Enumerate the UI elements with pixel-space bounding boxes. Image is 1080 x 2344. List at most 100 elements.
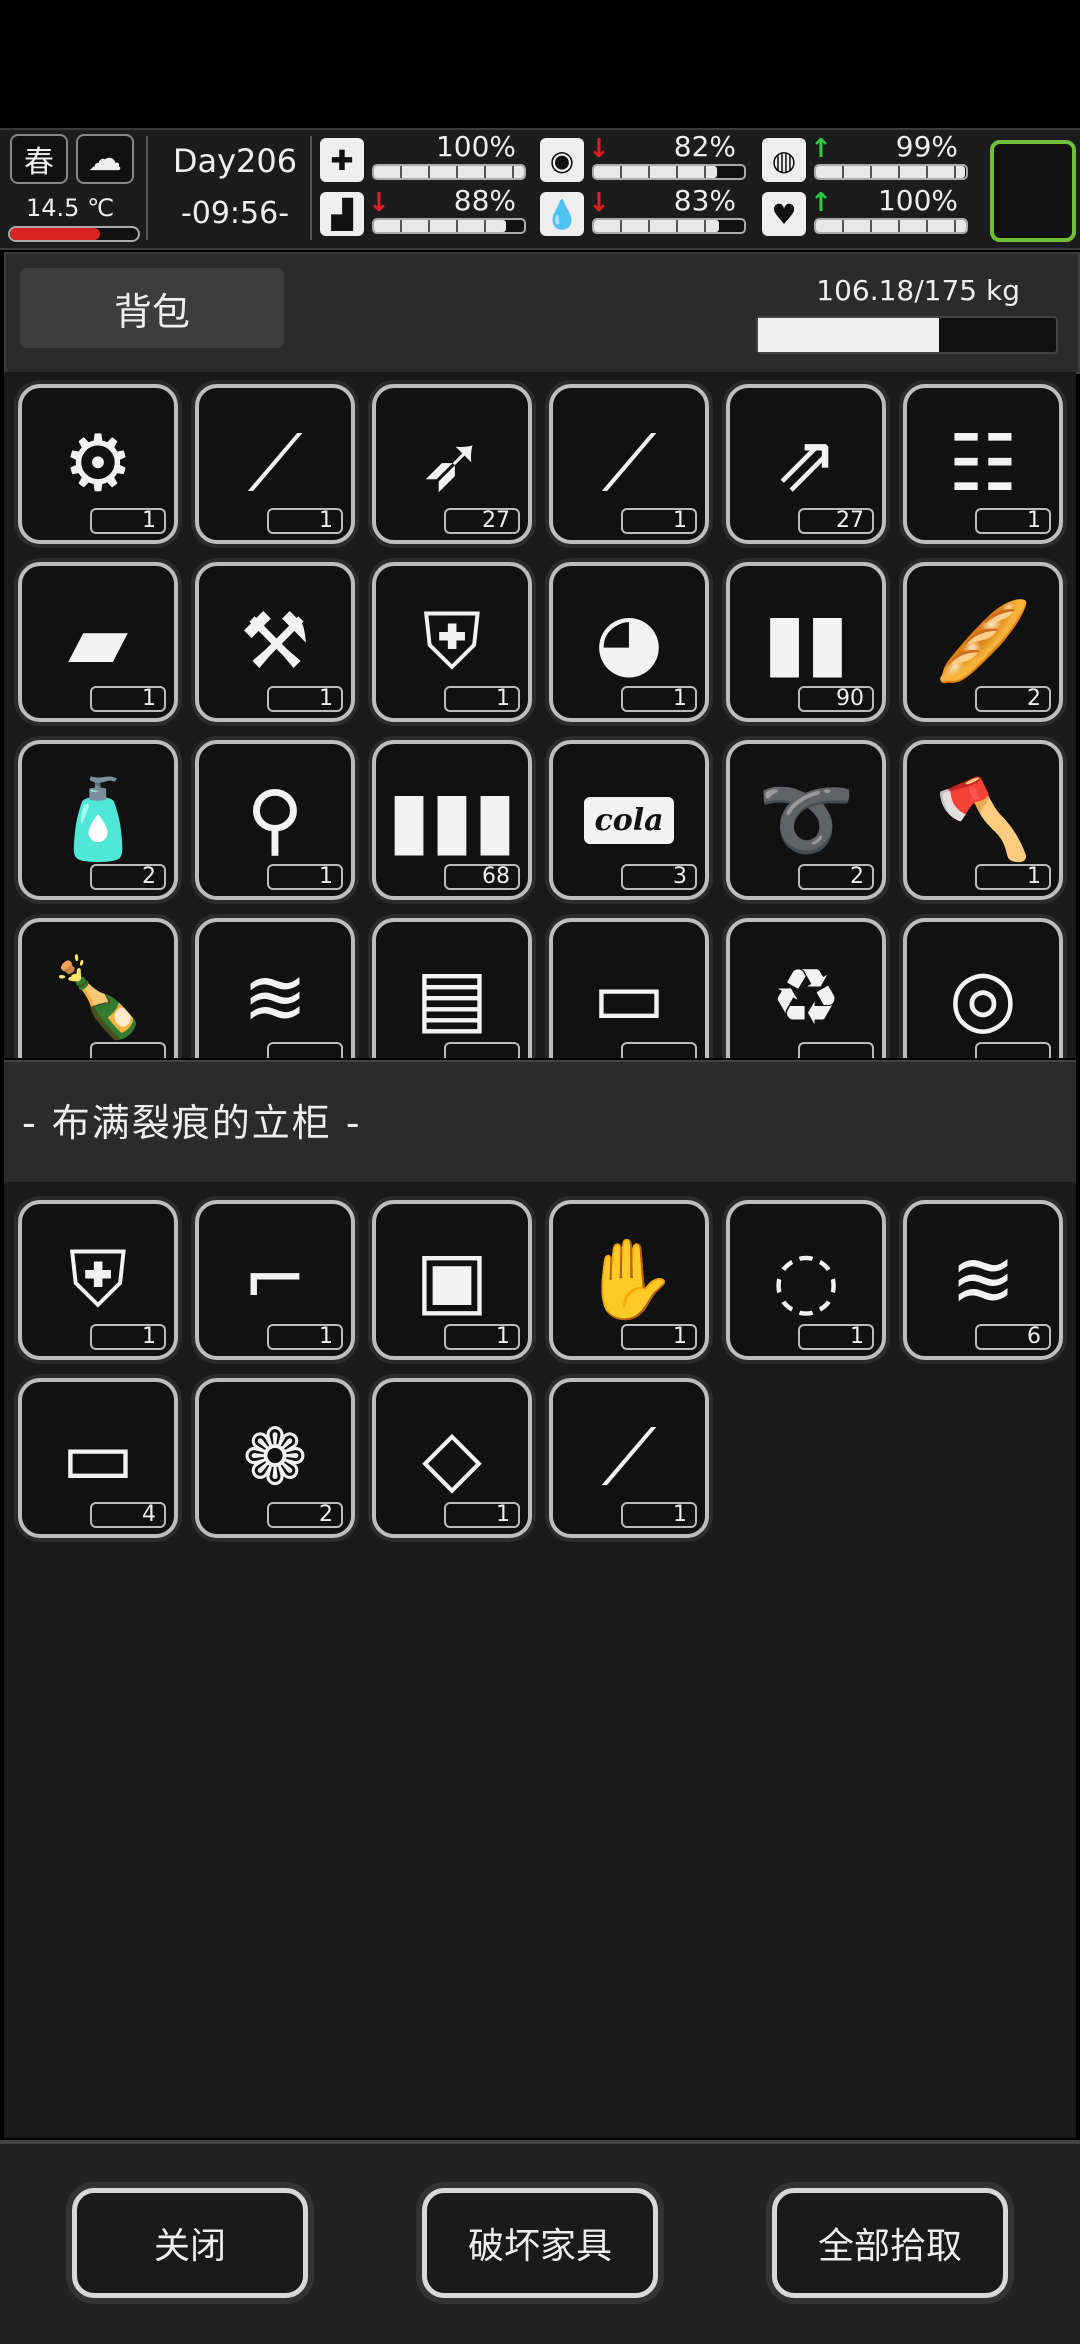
water-drop-icon: 💧 <box>540 192 584 236</box>
backpack-item-slot[interactable]: 🍾 <box>18 918 178 1058</box>
item-count: 1 <box>444 1502 520 1528</box>
item-count <box>267 1042 343 1058</box>
backpack-item-slot[interactable]: ⚙ 1 <box>18 384 178 544</box>
container-item-slot[interactable]: ◌ 1 <box>726 1200 886 1360</box>
hunger-bar <box>592 164 746 180</box>
time-label: -09:56- <box>180 196 290 231</box>
thirst-percent: 83% <box>673 184 736 217</box>
destroy-furniture-button[interactable]: 破坏家具 <box>422 2188 658 2298</box>
item-count <box>444 1042 520 1058</box>
container-item-slot[interactable]: ▭ 4 <box>18 1378 178 1538</box>
backpack-item-slot[interactable]: ➶ 27 <box>372 384 532 544</box>
item-count: 27 <box>444 508 520 534</box>
separator <box>146 136 148 240</box>
container-item-slot[interactable]: ≋ 6 <box>903 1200 1063 1360</box>
take-all-button-label: 全部拾取 <box>817 2226 962 2267</box>
backpack-item-slot[interactable]: ▮▮▮ 68 <box>372 740 532 900</box>
container-item-slot[interactable]: ❁ 2 <box>195 1378 355 1538</box>
container-item-slot[interactable]: ⌐ 1 <box>195 1200 355 1360</box>
item-count <box>975 1042 1051 1058</box>
backpack-item-slot[interactable]: 🪓 1 <box>903 740 1063 900</box>
backpack-item-slot[interactable]: ⚒ 1 <box>195 562 355 722</box>
backpack-item-slot[interactable]: 🥖 2 <box>903 562 1063 722</box>
sanity-bar-fill <box>816 166 965 178</box>
item-count: 1 <box>90 686 166 712</box>
equipped-slot[interactable] <box>990 140 1076 242</box>
destroy-furniture-button-label: 破坏家具 <box>467 2226 612 2267</box>
season-badge: 春 <box>10 134 68 184</box>
stamina-bar-fill <box>374 220 506 232</box>
health-bar <box>372 164 526 180</box>
status-bar: 春 ☁ 14.5 ℃ Day206 -09:56- ✚ 100% ◉ ↓ 82% ◍ ↑ 99… <box>0 128 1080 250</box>
arrow-down-icon: ↓ <box>368 188 390 218</box>
container-item-slot[interactable]: ◇ 1 <box>372 1378 532 1538</box>
backpack-item-slot[interactable]: ⛨ 1 <box>372 562 532 722</box>
backpack-item-slot[interactable]: ⇗ 27 <box>726 384 886 544</box>
close-button[interactable]: 关闭 <box>72 2188 308 2298</box>
item-count: 1 <box>975 864 1051 890</box>
item-count: 4 <box>90 1502 166 1528</box>
container-item-slot[interactable]: ▣ 1 <box>372 1200 532 1360</box>
take-all-button[interactable]: 全部拾取 <box>772 2188 1008 2298</box>
thirst-bar <box>592 218 746 234</box>
boot-icon: ▟ <box>320 192 364 236</box>
item-count: 2 <box>90 864 166 890</box>
day-label: Day206 <box>172 142 298 180</box>
backpack-item-slot[interactable]: ☷ 1 <box>903 384 1063 544</box>
item-count: 27 <box>798 508 874 534</box>
backpack-item-slot[interactable]: ◎ <box>903 918 1063 1058</box>
arrow-down-icon: ↓ <box>588 134 610 164</box>
stamina-bar <box>372 218 526 234</box>
backpack-grid[interactable]: ⚙ 1 ⟋ 1 ➶ 27 ⟋ 1 ⇗ 27 ☷ 1 ▰ 1 ⚒ 1 ⛨ 1 ◕ 1 ▮▮ 90 🥖 2 🧴 2 ⚲ 1 ▮▮▮ 68 col… <box>4 372 1076 1058</box>
season-label: 春 <box>24 145 54 180</box>
arrow-up-icon: ↑ <box>810 134 832 164</box>
container-item-slot[interactable]: ⟋ 1 <box>549 1378 709 1538</box>
close-button-label: 关闭 <box>153 2226 226 2267</box>
container-grid[interactable]: ⛨ 1 ⌐ 1 ▣ 1 ✋ 1 ◌ 1 ≋ 6 ▭ 4 ❁ 2 ◇ 1 ⟋ 1 <box>4 1182 1076 2138</box>
backpack-item-slot[interactable]: ≋ <box>195 918 355 1058</box>
item-count: 1 <box>621 686 697 712</box>
backpack-item-slot[interactable]: ⚲ 1 <box>195 740 355 900</box>
backpack-item-slot[interactable]: ▮▮ 90 <box>726 562 886 722</box>
sanity-percent: 99% <box>895 130 958 163</box>
backpack-item-slot[interactable]: ▤ <box>372 918 532 1058</box>
cloth-scraps-icon: ≋ <box>242 953 308 1043</box>
weight-bar-fill <box>758 318 939 352</box>
container-item-slot[interactable]: ✋ 1 <box>549 1200 709 1360</box>
backpack-item-slot[interactable]: ▰ 1 <box>18 562 178 722</box>
arrow-up-icon: ↑ <box>810 188 832 218</box>
item-count: 2 <box>267 1502 343 1528</box>
item-count: 1 <box>444 686 520 712</box>
weight-label: 106.18/175 kg <box>816 274 1020 307</box>
backpack-item-slot[interactable]: ◕ 1 <box>549 562 709 722</box>
item-count: 1 <box>975 508 1051 534</box>
backpack-item-slot[interactable]: 🧴 2 <box>18 740 178 900</box>
wooden-board-icon: ▭ <box>592 953 666 1043</box>
liquor-bottle-icon: 🍾 <box>49 952 147 1043</box>
temperature-label: 14.5 ℃ <box>26 194 115 222</box>
item-count: 90 <box>798 686 874 712</box>
backpack-item-slot[interactable]: ♻ <box>726 918 886 1058</box>
backpack-item-slot[interactable]: ▭ <box>549 918 709 1058</box>
backpack-item-slot[interactable]: ⟋ 1 <box>549 384 709 544</box>
sanity-bar <box>814 164 968 180</box>
tab-backpack[interactable]: 背包 <box>20 268 284 348</box>
item-count <box>621 1042 697 1058</box>
logs-icon: ◎ <box>948 953 1018 1043</box>
cloud-icon: ☁ <box>76 134 134 184</box>
container-item-slot[interactable]: ⛨ 1 <box>18 1200 178 1360</box>
item-count: 1 <box>267 508 343 534</box>
thermometer-bar <box>8 226 140 242</box>
item-count: 1 <box>621 508 697 534</box>
health-percent: 100% <box>435 130 516 163</box>
backpack-item-slot[interactable]: cola 3 <box>549 740 709 900</box>
backpack-item-slot[interactable]: ➰ 2 <box>726 740 886 900</box>
item-count: 68 <box>444 864 520 890</box>
item-count: 2 <box>975 686 1051 712</box>
item-count <box>798 1042 874 1058</box>
backpack-item-slot[interactable]: ⟋ 1 <box>195 384 355 544</box>
hunger-percent: 82% <box>673 130 736 163</box>
item-count: 1 <box>90 508 166 534</box>
item-count: 1 <box>267 864 343 890</box>
item-count: 1 <box>444 1324 520 1350</box>
